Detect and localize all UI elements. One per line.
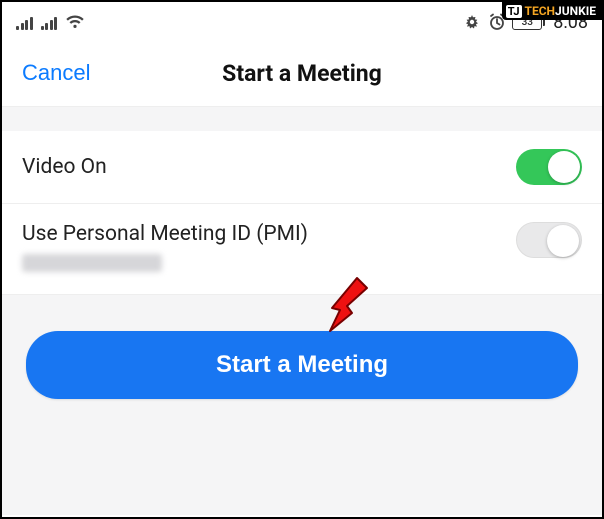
bottom-area: Start a Meeting xyxy=(2,295,602,515)
status-left xyxy=(16,14,85,30)
page-title: Start a Meeting xyxy=(222,60,382,87)
nav-header: Cancel Start a Meeting xyxy=(2,38,602,107)
option-pmi: Use Personal Meeting ID (PMI) xyxy=(2,204,602,295)
cancel-button[interactable]: Cancel xyxy=(22,60,90,86)
pmi-toggle[interactable] xyxy=(516,222,582,258)
watermark-junkie: JUNKIE xyxy=(555,4,596,18)
watermark-tj: TJ xyxy=(506,5,522,18)
pmi-id-blurred xyxy=(22,254,162,272)
wifi-icon xyxy=(65,14,85,30)
video-on-toggle[interactable] xyxy=(516,149,582,185)
video-on-label: Video On xyxy=(22,155,107,179)
option-video-on: Video On xyxy=(2,131,602,204)
watermark-badge: TJ TECHJUNKIE xyxy=(502,2,602,20)
eye-icon xyxy=(462,15,482,29)
watermark-tech: TECH xyxy=(525,4,556,18)
start-meeting-button[interactable]: Start a Meeting xyxy=(26,331,578,399)
signal-1-icon xyxy=(16,15,33,30)
pmi-label: Use Personal Meeting ID (PMI) xyxy=(22,222,308,246)
signal-2-icon xyxy=(41,15,58,30)
section-spacer xyxy=(2,107,602,131)
